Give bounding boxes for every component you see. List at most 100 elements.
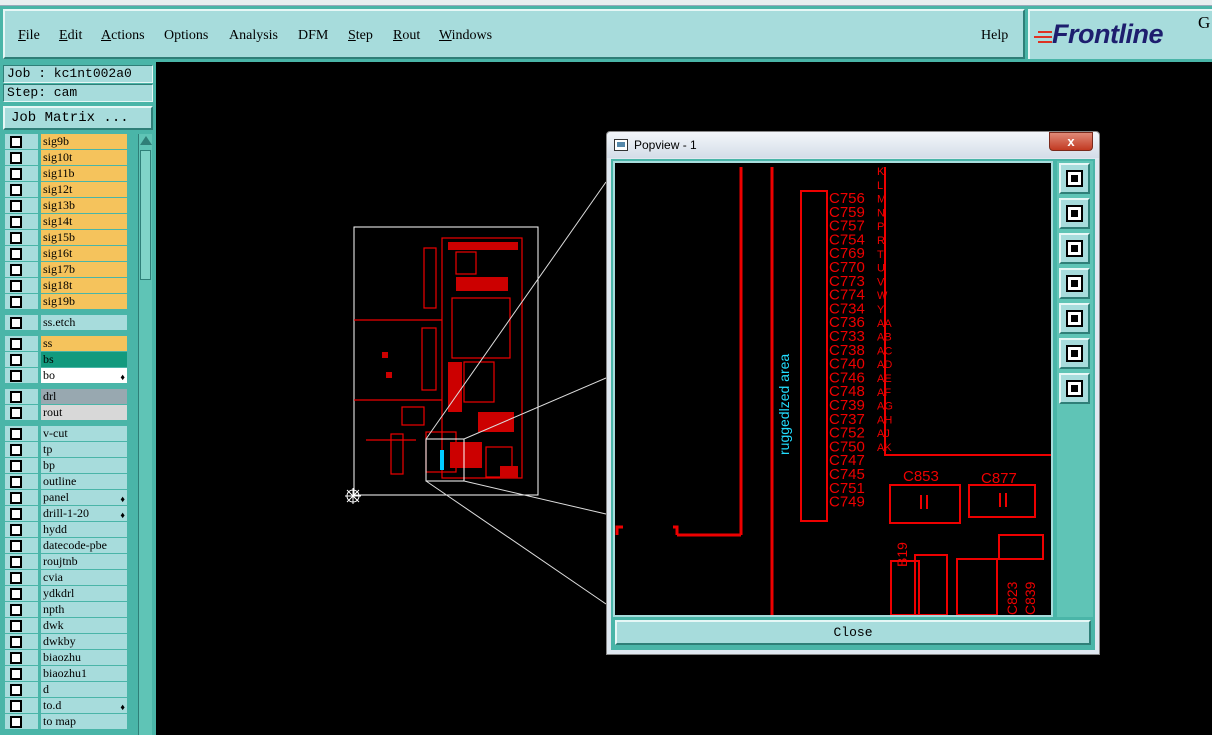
zoom-out-icon[interactable] [1059,338,1090,369]
layer-row[interactable]: to.d ♦ [5,698,127,713]
layer-checkbox[interactable] [10,317,22,329]
layer-name[interactable]: roujtnb [41,554,127,569]
layer-row[interactable]: bs [5,352,127,367]
layer-checkbox[interactable] [10,604,22,616]
layer-row[interactable]: ss.etch [5,315,127,330]
layer-name[interactable]: drill-1-20 ♦ [41,506,127,521]
layer-scrollbar[interactable] [138,134,152,735]
layer-name[interactable]: bo ♦ [41,368,127,383]
layer-name[interactable]: dwkby [41,634,127,649]
layer-checkbox[interactable] [10,444,22,456]
layer-checkbox[interactable] [10,338,22,350]
pan-up-icon[interactable] [1059,198,1090,229]
layer-checkbox[interactable] [10,508,22,520]
layer-row[interactable]: rout [5,405,127,420]
layer-checkbox[interactable] [10,280,22,292]
layer-row[interactable]: roujtnb [5,554,127,569]
popview-window[interactable]: Popview - 1 x C756 C759 C757 C754 C769 C… [606,131,1100,655]
layer-name[interactable]: hydd [41,522,127,537]
layer-checkbox[interactable] [10,700,22,712]
layer-name[interactable]: npth [41,602,127,617]
layer-checkbox[interactable] [10,716,22,728]
layer-name[interactable]: sig13b [41,198,127,213]
scroll-up-icon[interactable] [140,136,152,145]
job-matrix-button[interactable]: Job Matrix ... [3,106,153,130]
layer-row[interactable]: sig10t [5,150,127,165]
layer-name[interactable]: dwk [41,618,127,633]
layer-checkbox[interactable] [10,370,22,382]
layer-row[interactable]: npth [5,602,127,617]
layer-name[interactable]: sig12t [41,182,127,197]
layer-row[interactable]: outline [5,474,127,489]
pan-down-icon[interactable] [1059,233,1090,264]
layer-row[interactable]: dwkby [5,634,127,649]
layer-row[interactable]: biaozhu [5,650,127,665]
layer-checkbox[interactable] [10,152,22,164]
layer-row[interactable]: panel ♦ [5,490,127,505]
popview-titlebar[interactable]: Popview - 1 x [607,132,1099,158]
layer-row[interactable]: d [5,682,127,697]
menu-analysis[interactable]: Analysis [229,28,278,44]
menu-edit[interactable]: Edit [59,28,82,44]
layer-name[interactable]: sig17b [41,262,127,277]
layer-row[interactable]: drl [5,389,127,404]
layer-name[interactable]: sig18t [41,278,127,293]
layer-checkbox[interactable] [10,264,22,276]
layer-name[interactable]: d [41,682,127,697]
layer-checkbox[interactable] [10,476,22,488]
layer-name[interactable]: tp [41,442,127,457]
menu-rout[interactable]: Rout [393,28,420,44]
layer-name[interactable]: v-cut [41,426,127,441]
layer-checkbox[interactable] [10,588,22,600]
window-close-button[interactable]: x [1049,132,1093,151]
layer-name[interactable]: datecode-pbe [41,538,127,553]
menu-file[interactable]: File [18,28,40,44]
layer-name[interactable]: sig11b [41,166,127,181]
menu-actions[interactable]: Actions [101,28,145,44]
layer-checkbox[interactable] [10,428,22,440]
menu-windows[interactable]: Windows [439,28,492,44]
layer-row[interactable]: sig13b [5,198,127,213]
layer-row[interactable]: hydd [5,522,127,537]
layer-checkbox[interactable] [10,200,22,212]
scroll-thumb[interactable] [140,150,151,280]
layer-checkbox[interactable] [10,636,22,648]
layer-row[interactable]: sig15b [5,230,127,245]
layer-name[interactable]: panel ♦ [41,490,127,505]
layer-name[interactable]: bs [41,352,127,367]
layer-name[interactable]: sig15b [41,230,127,245]
layer-checkbox[interactable] [10,492,22,504]
layer-checkbox[interactable] [10,684,22,696]
layer-row[interactable]: v-cut [5,426,127,441]
layer-row[interactable]: sig11b [5,166,127,181]
layer-name[interactable]: biaozhu1 [41,666,127,681]
menu-help[interactable]: Help [981,28,1008,44]
zoom-window-icon[interactable] [1059,163,1090,194]
layer-checkbox[interactable] [10,620,22,632]
layer-row[interactable]: sig12t [5,182,127,197]
popview-canvas[interactable]: C756 C759 C757 C754 C769 C770 C773 C774 C734 C736… [613,161,1053,617]
layer-name[interactable]: bp [41,458,127,473]
layer-name[interactable]: ydkdrl [41,586,127,601]
layer-checkbox[interactable] [10,407,22,419]
layer-name[interactable]: sig10t [41,150,127,165]
layer-row[interactable]: sig14t [5,214,127,229]
layer-row[interactable]: bp [5,458,127,473]
layer-checkbox[interactable] [10,572,22,584]
layer-checkbox[interactable] [10,460,22,472]
layer-row[interactable]: drill-1-20 ♦ [5,506,127,521]
pan-left-icon[interactable] [1059,268,1090,299]
pan-right-icon[interactable] [1059,303,1090,334]
layer-row[interactable]: sig9b [5,134,127,149]
layer-row[interactable]: dwk [5,618,127,633]
layer-checkbox[interactable] [10,168,22,180]
layer-name[interactable]: sig9b [41,134,127,149]
layer-name[interactable]: sig16t [41,246,127,261]
layer-checkbox[interactable] [10,232,22,244]
layer-name[interactable]: ss [41,336,127,351]
layer-checkbox[interactable] [10,216,22,228]
layer-row[interactable]: datecode-pbe [5,538,127,553]
layer-checkbox[interactable] [10,652,22,664]
layer-row[interactable]: bo ♦ [5,368,127,383]
layer-row[interactable]: sig18t [5,278,127,293]
